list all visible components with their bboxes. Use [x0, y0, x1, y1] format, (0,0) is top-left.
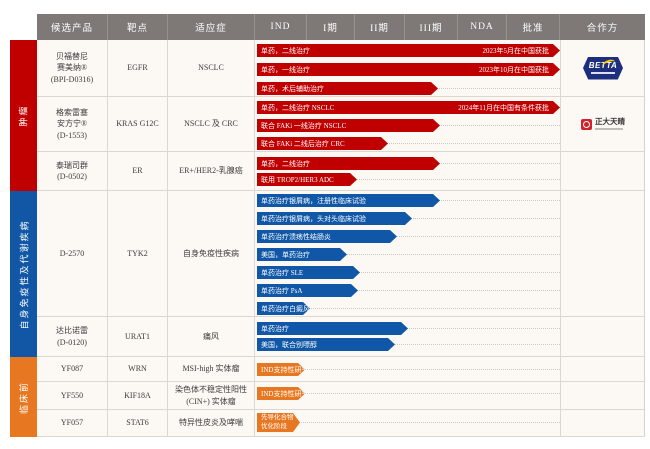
product-cell: YF057	[37, 410, 108, 436]
pipeline-arrow: IND支持性研究	[257, 363, 305, 376]
col-header-product: 候选产品	[37, 14, 108, 40]
section-band-oncology: 肿瘤	[10, 40, 37, 191]
target-cell: WRN	[108, 357, 168, 381]
pipeline-arrow: 先导化合物 优化阶段	[257, 413, 300, 432]
logo-subtext-bar	[595, 128, 623, 130]
col-header-approval: 批准	[507, 14, 560, 40]
table-row: 泰瑞司群 (D-0502) ER ER+/HER2-乳腺癌 单药，二线治疗 联用…	[37, 152, 645, 191]
pipeline-arrow: 联合 FAKi 二线后治疗 CRC	[257, 137, 388, 150]
section-label-autoimmune: 自身免疫性及代谢疾病	[17, 219, 30, 329]
section-label-oncology: 肿瘤	[17, 104, 30, 126]
col-header-phase3: III期	[405, 14, 458, 40]
target-cell: KRAS G12C	[108, 97, 168, 151]
pipeline-arrow: 单药，二线治疗 NSCLC2024年11月在中国有条件获批	[257, 101, 560, 114]
target-cell: ER	[108, 152, 168, 190]
indication-cell: 特异性皮炎及哮喘	[168, 410, 255, 436]
pipeline-arrow: 单药，术后辅助治疗	[257, 82, 438, 95]
indication-cell: 染色体不稳定性阳性 (CIN+) 实体瘤	[168, 382, 255, 409]
col-header-target: 靶点	[108, 14, 168, 40]
target-cell: EGFR	[108, 40, 168, 96]
partner-cell	[560, 357, 645, 381]
pipeline-arrow: 单药，一线治疗2023年10月在中国获批	[257, 63, 560, 76]
indication-cell: 痛风	[168, 317, 255, 356]
product-cell: 达比诺雷 (D-0120)	[37, 317, 108, 356]
col-header-ind: IND	[255, 14, 307, 40]
col-header-partner: 合作方	[560, 14, 645, 40]
pipeline-arrow: 美国，联合别嘌醇	[257, 338, 395, 351]
pipeline-arrow: 单药治疗白癜风	[257, 302, 310, 315]
partner-cell	[560, 191, 645, 316]
product-cell: YF550	[37, 382, 108, 409]
pipeline-chart: 候选产品 靶点 适应症 IND I期 II期 III期 NDA 批准 合作方 肿…	[0, 0, 650, 449]
col-header-phase1: I期	[307, 14, 355, 40]
partner-cell: BETTA	[560, 40, 645, 96]
pipeline-arrow: 单药，二线治疗2023年5月在中国获批	[257, 44, 560, 57]
pipeline-arrow: 单药治疗 PsA	[257, 284, 358, 297]
table-row: D-2570 TYK2 自身免疫性疾病 单药治疗银屑病，注册性临床试验 单药治疗…	[37, 191, 645, 317]
partner-cell	[560, 410, 645, 436]
partner-cell: 正大天晴	[560, 97, 645, 151]
product-cell: 贝福替尼 赛美纳® (BPI-D0316)	[37, 40, 108, 96]
phase-leader-line	[257, 422, 560, 423]
indication-cell: MSI-high 实体瘤	[168, 357, 255, 381]
section-label-preclinical: 临床前	[17, 380, 30, 413]
pipeline-arrow: 美国，单药治疗	[257, 248, 347, 261]
pipeline-arrow: 单药治疗	[257, 322, 408, 335]
table-row: YF057 STAT6 特异性皮炎及哮喘 先导化合物 优化阶段	[37, 410, 645, 437]
table-row: 格索雷塞 安方宁® (D-1553) KRAS G12C NSCLC 及 CRC…	[37, 97, 645, 152]
indication-cell: 自身免疫性疾病	[168, 191, 255, 316]
section-band-preclinical: 临床前	[10, 357, 37, 437]
partner-cell	[560, 152, 645, 190]
col-header-indication: 适应症	[168, 14, 255, 40]
pipeline-arrow: 单药，二线治疗	[257, 157, 440, 170]
col-header-nda: NDA	[458, 14, 507, 40]
indication-cell: NSCLC	[168, 40, 255, 96]
target-cell: URAT1	[108, 317, 168, 356]
col-header-phase2: II期	[355, 14, 405, 40]
partner-cell	[560, 382, 645, 409]
pipeline-arrow: 单药治疗银屑病，注册性临床试验	[257, 194, 440, 207]
table-row: 贝福替尼 赛美纳® (BPI-D0316) EGFR NSCLC 单药，二线治疗…	[37, 40, 645, 97]
approval-date: 2024年11月在中国有条件获批	[458, 103, 549, 113]
table-row: YF087 WRN MSI-high 实体瘤 IND支持性研究	[37, 357, 645, 382]
target-cell: KIF18A	[108, 382, 168, 409]
product-cell: D-2570	[37, 191, 108, 316]
logo-subtext-bar	[591, 72, 615, 74]
pipeline-arrow: 联用 TROP2/HER3 ADC	[257, 173, 357, 186]
target-cell: TYK2	[108, 191, 168, 316]
section-band-autoimmune: 自身免疫性及代谢疾病	[10, 191, 37, 357]
pipeline-arrow: 联合 FAKi 一线治疗 NSCLC	[257, 119, 440, 132]
pipeline-arrow: IND支持性研究	[257, 387, 305, 400]
table-row: YF550 KIF18A 染色体不稳定性阳性 (CIN+) 实体瘤 IND支持性…	[37, 382, 645, 410]
product-cell: 泰瑞司群 (D-0502)	[37, 152, 108, 190]
pipeline-arrow: 单药治疗 SLE	[257, 266, 360, 279]
chiatai-tianqing-logo: 正大天晴	[581, 118, 625, 130]
cttq-square-icon	[581, 119, 592, 130]
pipeline-arrow: 单药治疗溃疡性结肠炎	[257, 230, 397, 243]
table-row: 达比诺雷 (D-0120) URAT1 痛风 单药治疗 美国，联合别嘌醇	[37, 317, 645, 357]
approval-date: 2023年10月在中国获批	[479, 65, 549, 75]
indication-cell: NSCLC 及 CRC	[168, 97, 255, 151]
partner-cell	[560, 317, 645, 356]
pipeline-arrow: 单药治疗银屑病，头对头临床试验	[257, 212, 412, 225]
betta-pharma-logo: BETTA	[583, 57, 623, 80]
indication-cell: ER+/HER2-乳腺癌	[168, 152, 255, 190]
product-cell: 格索雷塞 安方宁® (D-1553)	[37, 97, 108, 151]
approval-date: 2023年5月在中国获批	[483, 46, 550, 56]
target-cell: STAT6	[108, 410, 168, 436]
product-cell: YF087	[37, 357, 108, 381]
